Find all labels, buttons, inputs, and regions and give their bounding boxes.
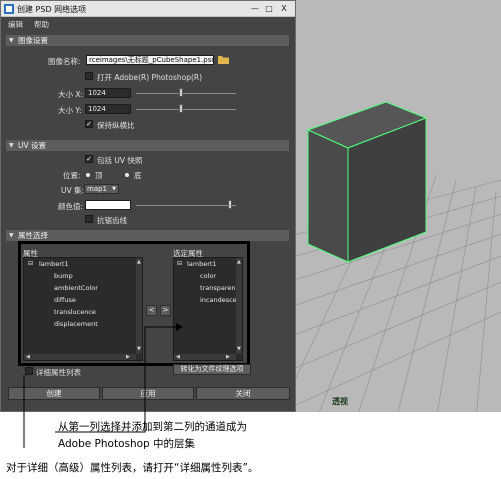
verbose-list-note: 对于详细（高级）属性列表，请打开“详细属性列表”。: [6, 462, 259, 474]
callout-arrow: [23, 323, 183, 448]
channel-note-line-2: Adobe Photoshop 中的层集: [58, 438, 196, 450]
channel-note-line-1: 从第一列选择并添加到第二列的通道成为: [58, 421, 247, 433]
